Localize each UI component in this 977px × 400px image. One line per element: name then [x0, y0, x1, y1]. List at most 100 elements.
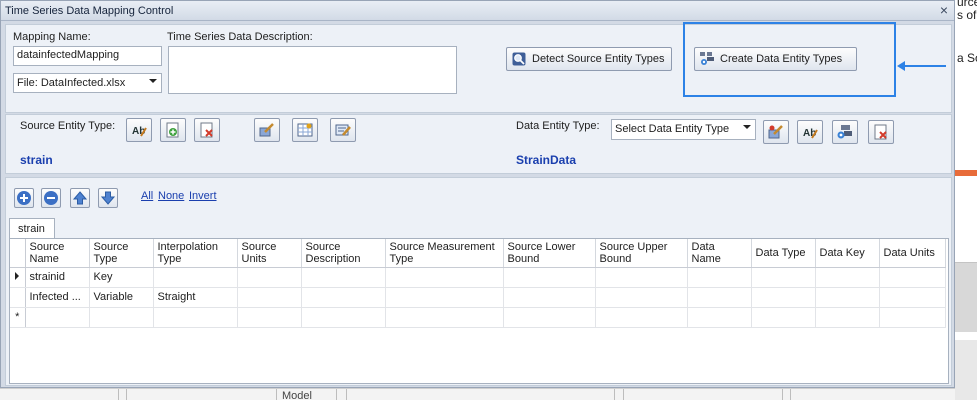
remove-row-icon[interactable] [41, 188, 61, 208]
background-panel [955, 262, 977, 332]
column-header[interactable]: Data Key [815, 239, 880, 268]
table-row[interactable]: Infected ... Variable Straight [10, 287, 946, 308]
table-cell[interactable] [301, 267, 386, 288]
column-header[interactable]: Data Name [687, 239, 752, 268]
background-app-bottom: Model [0, 388, 955, 400]
select-none-link[interactable]: None [158, 190, 184, 202]
table-cell[interactable] [385, 287, 504, 308]
table-cell[interactable] [687, 287, 752, 308]
background-text-fragment: s of [957, 8, 977, 22]
current-row-indicator[interactable] [10, 267, 26, 288]
background-divider [276, 389, 277, 400]
rename-data-entity-icon[interactable]: Ab [797, 120, 823, 144]
table-cell[interactable] [237, 267, 302, 288]
move-up-icon[interactable] [70, 188, 90, 208]
delete-data-entity-icon[interactable] [868, 120, 894, 144]
data-entity-type-select[interactable]: Select Data Entity Type [611, 119, 756, 140]
table-cell[interactable] [751, 267, 816, 288]
annotation-arrow-head [897, 61, 905, 71]
table-cell[interactable] [153, 307, 238, 328]
invert-selection-link[interactable]: Invert [189, 190, 217, 202]
rename-source-entity-icon[interactable]: Ab [126, 118, 152, 142]
table-cell[interactable]: Straight [153, 287, 238, 308]
table-cell[interactable] [237, 287, 302, 308]
column-header[interactable]: Source Units [237, 239, 302, 268]
source-entity-type-label: Source Entity Type: [20, 120, 116, 132]
title-bar[interactable]: Time Series Data Mapping Control × [1, 1, 954, 21]
select-all-link[interactable]: All [141, 190, 153, 202]
table-row[interactable]: strainid Key [10, 267, 946, 288]
table-cell[interactable] [751, 307, 816, 328]
detect-source-entity-types-button[interactable]: Detect Source Entity Types [506, 47, 672, 71]
column-header[interactable]: Data Units [879, 239, 946, 268]
table-cell[interactable] [595, 307, 688, 328]
table-cell[interactable] [687, 307, 752, 328]
column-header[interactable]: Interpolation Type [153, 239, 238, 268]
table-cell[interactable] [751, 287, 816, 308]
table-cell[interactable] [503, 287, 596, 308]
annotation-arrow-line [903, 65, 946, 67]
table-cell[interactable] [879, 287, 946, 308]
table-cell[interactable] [879, 307, 946, 328]
column-header[interactable]: Data Type [751, 239, 816, 268]
table-cell[interactable] [237, 307, 302, 328]
delete-source-entity-icon[interactable] [194, 118, 220, 142]
chevron-down-icon [149, 79, 157, 83]
table-cell[interactable]: Key [89, 267, 154, 288]
column-header[interactable]: Source Name [25, 239, 90, 268]
table-cell[interactable] [687, 267, 752, 288]
new-row[interactable]: * [10, 307, 946, 328]
background-divider [346, 389, 347, 400]
table-header-row: Source Name Source Type Interpolation Ty… [10, 239, 946, 268]
column-header[interactable]: Source Description [301, 239, 386, 268]
background-divider [336, 389, 337, 400]
table-cell[interactable] [301, 307, 386, 328]
close-icon[interactable]: × [940, 3, 948, 17]
column-header[interactable]: Source Upper Bound [595, 239, 688, 268]
table-cell[interactable] [385, 307, 504, 328]
data-entity-type-select-value: Select Data Entity Type [615, 123, 730, 135]
table-cell[interactable] [153, 267, 238, 288]
configure-data-entity-icon[interactable] [832, 120, 858, 144]
background-orange-bar [955, 170, 977, 176]
table-cell[interactable] [503, 307, 596, 328]
move-down-icon[interactable] [98, 188, 118, 208]
table-cell[interactable] [25, 307, 90, 328]
add-row-icon[interactable] [14, 188, 34, 208]
table-entity-icon[interactable] [292, 118, 318, 142]
table-cell[interactable] [89, 307, 154, 328]
annotation-highlight-box [683, 22, 896, 97]
table-cell[interactable] [815, 287, 880, 308]
file-select[interactable]: File: DataInfected.xlsx [13, 73, 162, 93]
column-header[interactable]: Source Type [89, 239, 154, 268]
data-entity-type-label: Data Entity Type: [516, 120, 600, 132]
edit-entity-icon[interactable] [254, 118, 280, 142]
table-cell[interactable] [595, 287, 688, 308]
column-header[interactable]: Source Measurement Type [385, 239, 504, 268]
add-source-entity-icon[interactable] [160, 118, 186, 142]
background-divider [614, 389, 615, 400]
row-pointer-icon [15, 272, 20, 280]
table-cell[interactable] [815, 267, 880, 288]
table-cell[interactable] [879, 267, 946, 288]
table-cell[interactable] [301, 287, 386, 308]
tab-strain[interactable]: strain [9, 218, 55, 238]
background-app-right: urce s of a So [955, 0, 977, 400]
source-entity-name: strain [20, 153, 53, 167]
table-cell[interactable]: strainid [25, 267, 90, 288]
table-cell[interactable] [503, 267, 596, 288]
column-header[interactable]: Source Lower Bound [503, 239, 596, 268]
table-cell[interactable]: Variable [89, 287, 154, 308]
mapping-name-input[interactable]: datainfectedMapping [13, 46, 162, 66]
table-cell[interactable] [385, 267, 504, 288]
background-panel [955, 340, 977, 400]
add-data-entity-icon[interactable] [763, 120, 789, 144]
background-divider [623, 389, 624, 400]
row-header[interactable] [10, 287, 26, 308]
new-row-marker[interactable]: * [10, 307, 26, 328]
table-cell[interactable]: Infected ... [25, 287, 90, 308]
edit-properties-icon[interactable] [330, 118, 356, 142]
table-cell[interactable] [595, 267, 688, 288]
table-cell[interactable] [815, 307, 880, 328]
description-input[interactable] [168, 46, 457, 94]
